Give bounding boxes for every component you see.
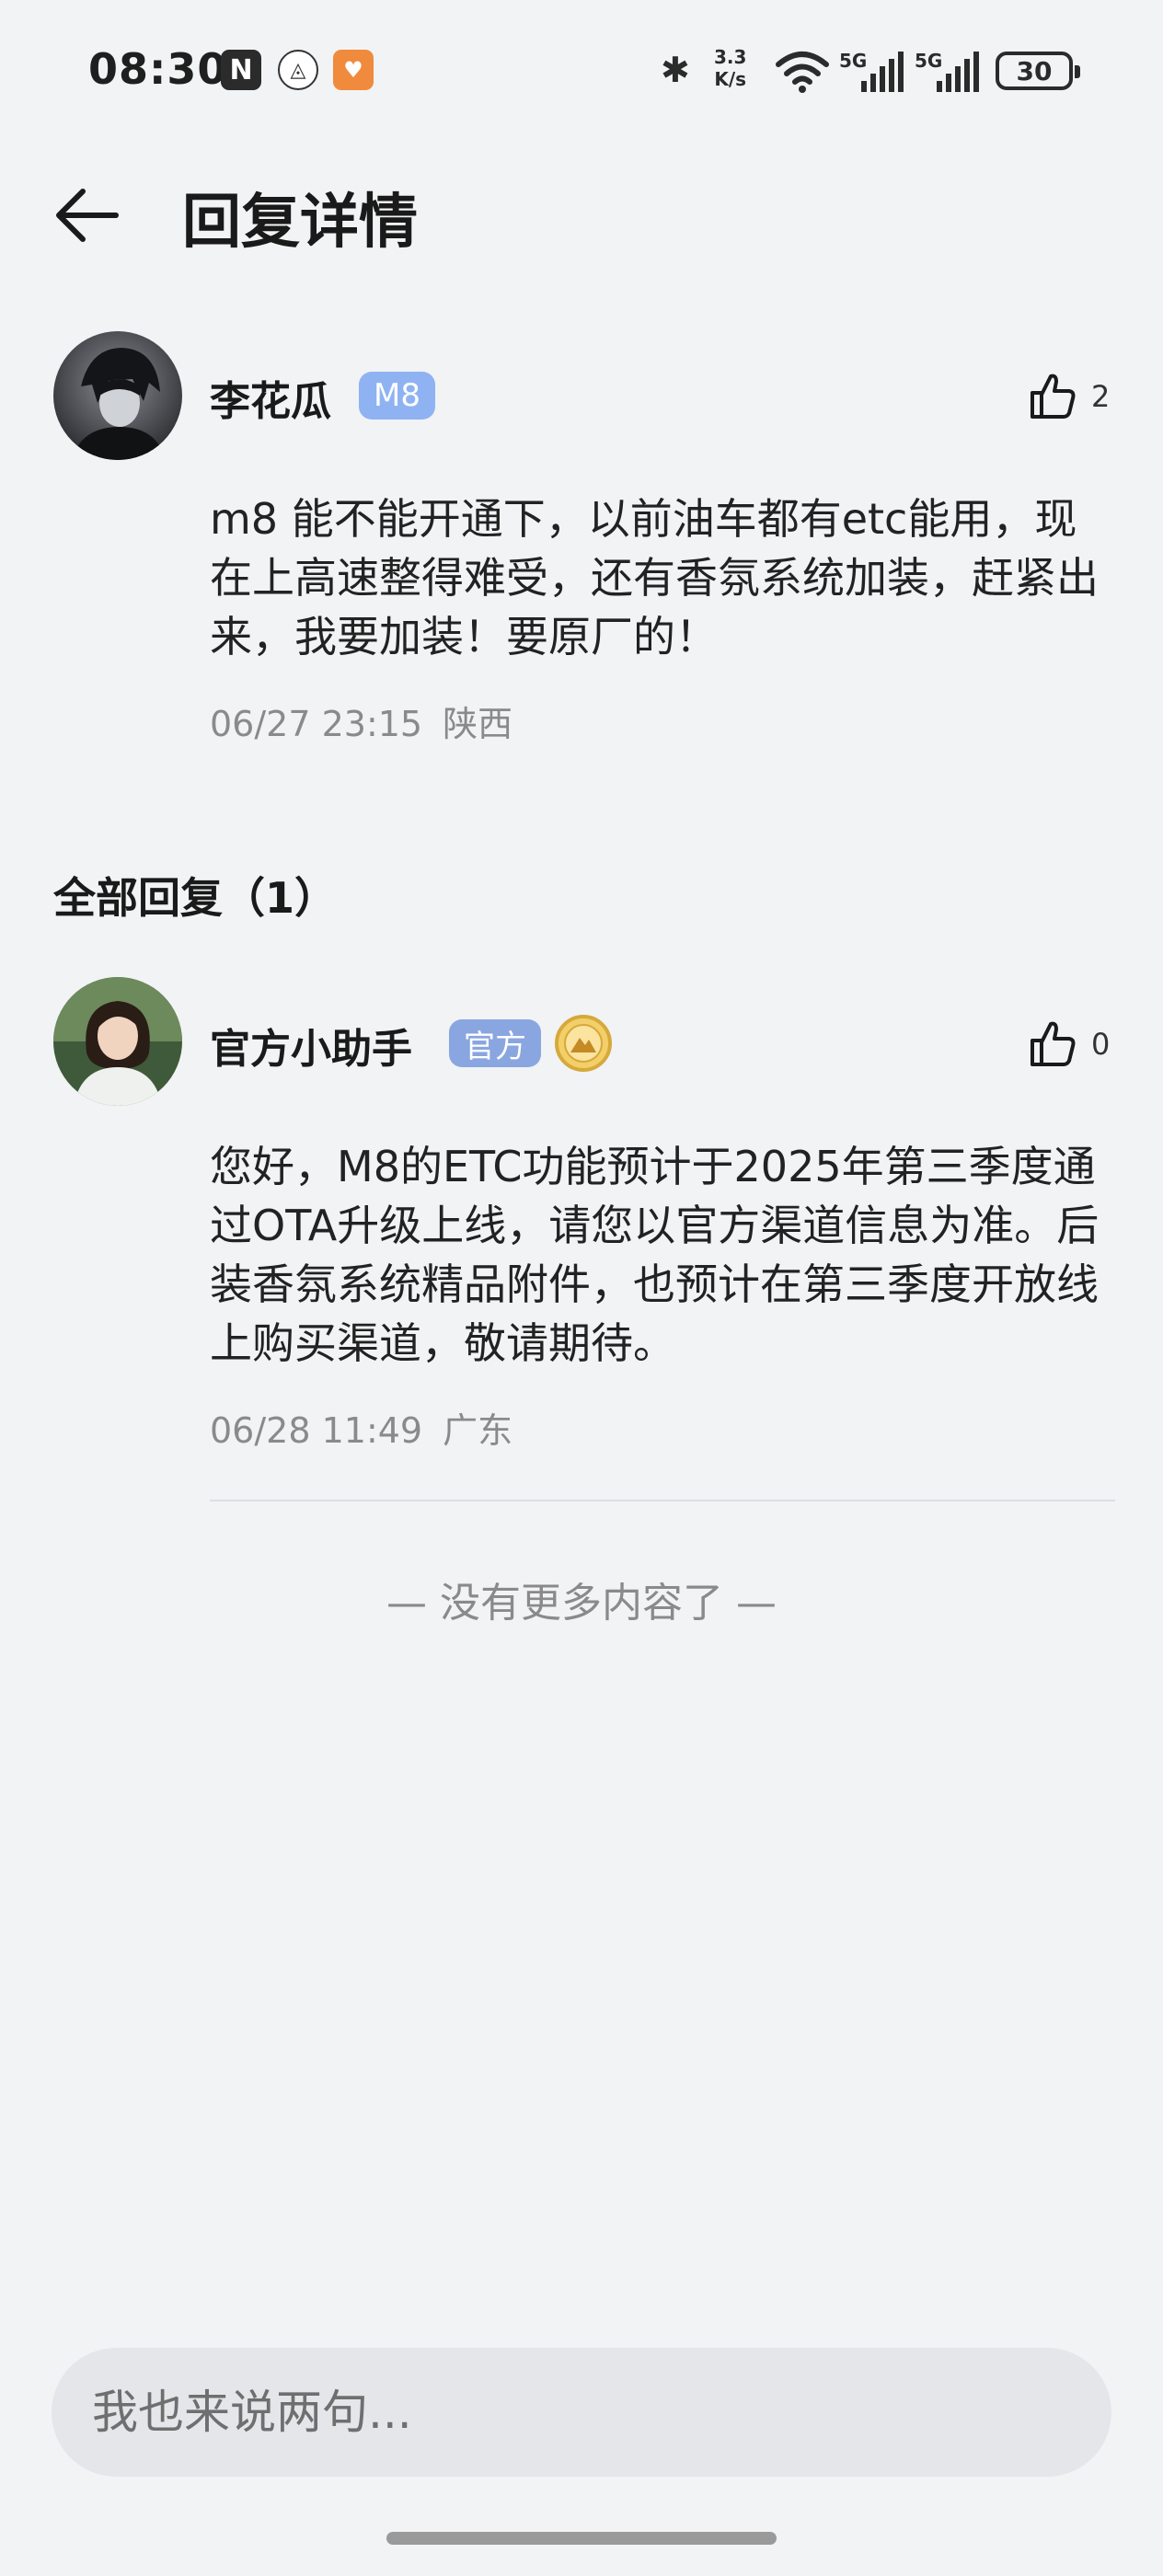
avatar[interactable]	[53, 331, 182, 460]
nfc-icon: N	[221, 50, 261, 90]
status-time: 08:30	[88, 44, 228, 94]
wifi-icon	[776, 52, 829, 93]
signal-icon-2: 5G	[915, 50, 981, 94]
status-bar: 08:30 N ◬ ♥ ✱ 3.3 K/s 5G 5G 30	[0, 0, 1163, 147]
reply-date: 06/28 11:49	[210, 1410, 423, 1451]
comment-username[interactable]: 李花瓜	[210, 368, 331, 427]
signal-icon: 5G	[839, 50, 905, 94]
back-arrow-icon[interactable]	[52, 178, 125, 252]
gold-medal-icon	[555, 1015, 612, 1072]
comment-meta: 06/27 23:15 陕西	[210, 696, 512, 746]
reply-detail-screen: 08:30 N ◬ ♥ ✱ 3.3 K/s 5G 5G 30 回复详情 李花瓜 …	[0, 0, 1163, 2576]
reply-avatar[interactable]	[53, 977, 182, 1106]
battery-level: 30	[1016, 55, 1053, 86]
home-indicator[interactable]	[386, 2532, 777, 2545]
app-notification-icon: ◬	[278, 50, 318, 90]
thumbs-up-icon	[1031, 374, 1076, 419]
reply-like-count: 0	[1091, 1027, 1111, 1062]
reply-username[interactable]: 官方小助手	[210, 1016, 412, 1075]
network-speed: 3.3 K/s	[714, 46, 746, 90]
network-speed-value: 3.3	[714, 46, 747, 68]
thumbs-up-icon	[1031, 1021, 1076, 1066]
divider	[210, 1500, 1115, 1501]
top-app-bar: 回复详情	[0, 156, 1163, 276]
like-count: 2	[1091, 379, 1111, 414]
comment-date: 06/27 23:15	[210, 704, 423, 744]
network-speed-unit: K/s	[714, 68, 747, 90]
replies-section-title: 全部回复（1）	[53, 873, 338, 923]
car-model-badge: M8	[359, 372, 435, 420]
page-title: 回复详情	[182, 189, 418, 257]
end-of-list-text: — 没有更多内容了 —	[386, 1580, 777, 1627]
battery-icon: 30	[996, 52, 1080, 90]
comment-content: m8 能不能开通下，以前油车都有etc能用，现在上高速整得难受，还有香氛系统加装…	[210, 494, 1099, 661]
reply-meta: 06/28 11:49 广东	[210, 1402, 512, 1453]
comment-location: 陕西	[443, 704, 513, 744]
reply-location: 广东	[443, 1410, 513, 1451]
reply-content: 您好，M8的ETC功能预计于2025年第三季度通过OTA升级上线，请您以官方渠道…	[210, 1142, 1100, 1368]
official-badge: 官方	[449, 1019, 541, 1067]
bluetooth-icon: ✱	[661, 50, 690, 90]
app-notification-icon-2: ♥	[333, 50, 374, 90]
comment-input[interactable]	[52, 2348, 1111, 2477]
like-button[interactable]: 2	[1027, 364, 1110, 429]
reply-like-button[interactable]: 0	[1027, 1012, 1110, 1076]
